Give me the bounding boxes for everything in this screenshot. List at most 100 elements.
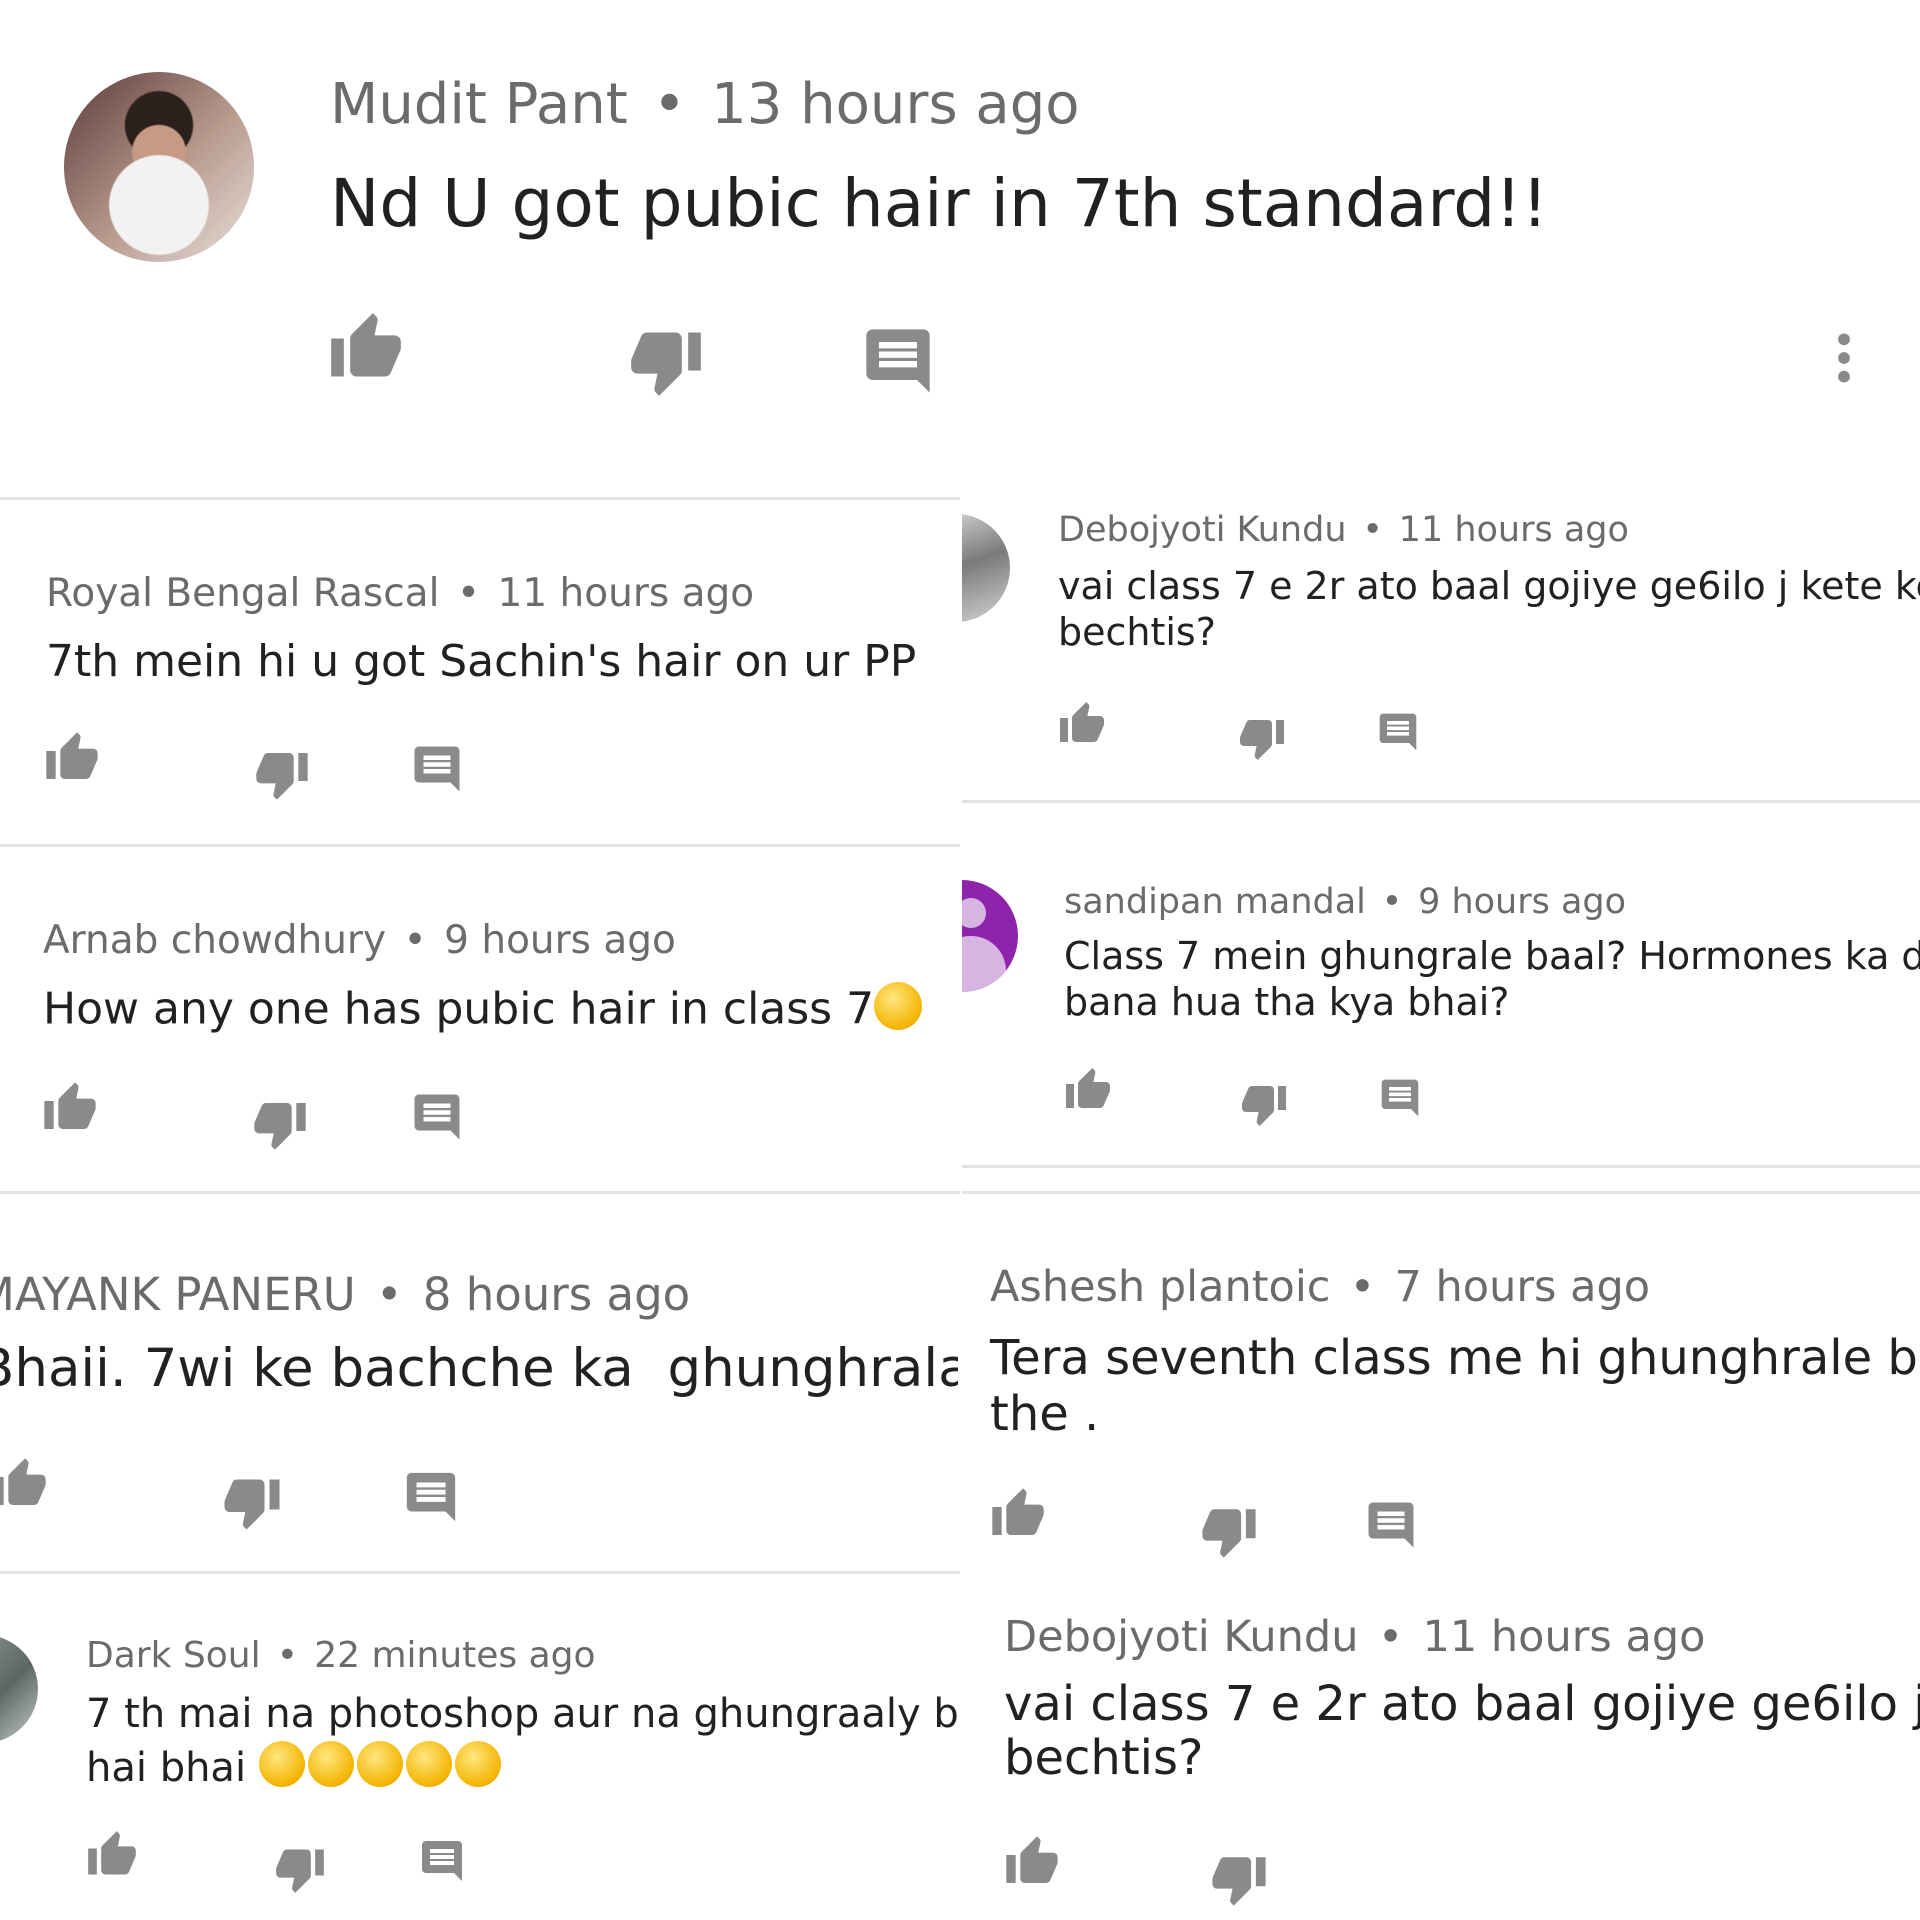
comment-text: How any one has pubic hair in class 7 — [43, 982, 925, 1034]
timestamp: 11 hours ago — [1422, 1612, 1706, 1662]
grinning-face-emoji — [356, 1741, 403, 1787]
separator-dot: • — [1349, 1262, 1376, 1312]
comment-meta: sandipan mandal • 9 hours ago — [1064, 882, 1626, 922]
author-name[interactable]: Debojyoti Kundu — [1004, 1612, 1358, 1662]
thumbs-up-icon[interactable] — [44, 730, 100, 786]
comment-text: Nd U got pubic hair in 7th standard!! — [330, 165, 1549, 242]
thinking-face-emoji — [874, 982, 923, 1030]
thumbs-up-icon[interactable] — [1058, 700, 1106, 748]
comment-text: Class 7 mein ghungrale baal? Hormones ka… — [1064, 934, 1920, 978]
timestamp: 13 hours ago — [711, 72, 1080, 137]
thumbs-down-icon[interactable] — [1210, 1850, 1268, 1908]
separator-dot: • — [276, 1635, 298, 1676]
reply-icon[interactable] — [418, 1837, 466, 1885]
comment-card: Debojyoti Kundu • 11 hours ago vai class 7… — [962, 500, 1920, 800]
divider — [962, 1191, 1920, 1194]
avatar[interactable] — [962, 514, 1010, 622]
reply-icon[interactable] — [1364, 1498, 1418, 1552]
thumbs-down-icon[interactable] — [274, 1843, 326, 1895]
separator-dot: • — [375, 1268, 403, 1321]
reply-icon[interactable] — [860, 323, 936, 399]
author-name[interactable]: Debojyoti Kundu — [1058, 510, 1347, 550]
avatar[interactable] — [962, 880, 1018, 992]
timestamp: 9 hours ago — [1418, 882, 1627, 922]
comment-meta: Debojyoti Kundu • 11 hours ago — [1058, 510, 1629, 550]
timestamp: 9 hours ago — [444, 918, 676, 963]
comment-text-content: hai bhai — [86, 1745, 247, 1791]
timestamp: 8 hours ago — [422, 1268, 691, 1321]
thumbs-down-icon[interactable] — [254, 746, 310, 802]
comment-meta: Debojyoti Kundu • 11 hours ago — [1004, 1612, 1705, 1662]
thumbs-down-icon[interactable] — [1200, 1502, 1258, 1560]
thumbs-up-icon[interactable] — [328, 310, 404, 386]
comment-text-content: How any one has pubic hair in class 7 — [43, 983, 875, 1035]
author-name[interactable]: Dark Soul — [86, 1635, 261, 1676]
comment-text: Bhaii. 7wi ke bachche ka ghunghrala. Baa… — [0, 1338, 958, 1399]
timestamp: 11 hours ago — [497, 571, 755, 616]
comment-text-line2: hai bhai — [86, 1741, 504, 1791]
thumbs-down-icon[interactable] — [1240, 1080, 1288, 1128]
separator-dot: • — [1362, 510, 1383, 550]
comment-text: vai class 7 e 2r ato baal gojiye ge6ilo … — [1004, 1676, 1920, 1732]
comment-text: vai class 7 e 2r ato baal gojiye ge6ilo … — [1058, 564, 1920, 608]
comment-text-line2: bechtis? — [1058, 610, 1216, 654]
thumbs-up-icon[interactable] — [1004, 1834, 1060, 1890]
thumbs-up-icon[interactable] — [42, 1080, 98, 1136]
comment-meta: Mudit Pant • 13 hours ago — [330, 72, 1080, 137]
more-vertical-icon[interactable] — [1812, 320, 1876, 396]
thumbs-down-icon[interactable] — [1238, 714, 1286, 762]
avatar[interactable] — [0, 1635, 38, 1743]
thumbs-down-icon[interactable] — [628, 323, 704, 399]
thumbs-down-icon[interactable] — [222, 1472, 282, 1532]
comment-card: Debojyoti Kundu • 11 hours ago vai class 7… — [962, 1590, 1920, 1920]
separator-dot: • — [1377, 1612, 1404, 1662]
grinning-face-emoji — [405, 1741, 452, 1787]
comment-meta: MAYANK PANERU • 8 hours ago — [0, 1268, 690, 1321]
comment-meta: Royal Bengal Rascal • 11 hours ago — [46, 571, 754, 616]
grinning-face-emoji — [258, 1741, 305, 1787]
reply-icon[interactable] — [402, 1468, 460, 1526]
thumbs-up-icon[interactable] — [86, 1829, 138, 1881]
comment-card: sandipan mandal • 9 hours ago Class 7 mein… — [962, 870, 1920, 1160]
comment-text-line2: bana hua tha kya bhai? — [1064, 980, 1510, 1024]
thumbs-up-icon[interactable] — [990, 1486, 1046, 1542]
author-name[interactable]: Royal Bengal Rascal — [46, 571, 439, 616]
divider — [962, 800, 1920, 803]
comment-card: Ashesh plantoic • 7 hours ago Tera seventh… — [962, 1240, 1920, 1580]
author-name[interactable]: Ashesh plantoic — [990, 1262, 1330, 1312]
comment-meta: Dark Soul • 22 minutes ago — [86, 1635, 596, 1676]
avatar[interactable] — [64, 72, 254, 262]
reply-icon[interactable] — [1378, 1076, 1422, 1120]
divider — [0, 844, 960, 847]
divider — [962, 1165, 1920, 1168]
separator-dot: • — [403, 918, 427, 963]
separator-dot: • — [652, 72, 686, 137]
thumbs-up-icon[interactable] — [0, 1456, 48, 1512]
reply-icon[interactable] — [410, 742, 464, 796]
timestamp: 22 minutes ago — [314, 1635, 596, 1676]
thumbs-down-icon[interactable] — [252, 1096, 308, 1152]
comment-text: 7 th mai na photoshop aur na ghungraaly … — [86, 1691, 958, 1737]
timestamp: 11 hours ago — [1398, 510, 1629, 550]
author-name[interactable]: Arnab chowdhury — [43, 918, 386, 963]
reply-icon[interactable] — [1376, 710, 1420, 754]
comment-card: Dark Soul • 22 minutes ago 7 th mai na pho… — [0, 1573, 958, 1920]
comment-meta: Arnab chowdhury • 9 hours ago — [43, 918, 676, 963]
grinning-face-emoji — [454, 1741, 501, 1787]
comment-text-line2: the . — [990, 1386, 1100, 1442]
reply-icon[interactable] — [410, 1090, 464, 1144]
comment-meta: Ashesh plantoic • 7 hours ago — [990, 1262, 1650, 1312]
author-name[interactable]: MAYANK PANERU — [0, 1268, 356, 1321]
comment-text-line2: bechtis? — [1004, 1730, 1204, 1786]
divider — [0, 497, 960, 500]
separator-dot: • — [456, 571, 480, 616]
timestamp: 7 hours ago — [1394, 1262, 1651, 1312]
author-name[interactable]: Mudit Pant — [330, 72, 628, 137]
comment-card: MAYANK PANERU • 8 hours ago Bhaii. 7wi ke … — [0, 1192, 958, 1572]
author-name[interactable]: sandipan mandal — [1064, 882, 1366, 922]
comment-text: 7th mein hi u got Sachin's hair on ur PP — [46, 636, 917, 687]
grinning-face-emoji — [307, 1741, 354, 1787]
comment-text: Tera seventh class me hi ghunghrale ball… — [990, 1330, 1920, 1386]
separator-dot: • — [1381, 882, 1403, 922]
thumbs-up-icon[interactable] — [1064, 1066, 1112, 1114]
